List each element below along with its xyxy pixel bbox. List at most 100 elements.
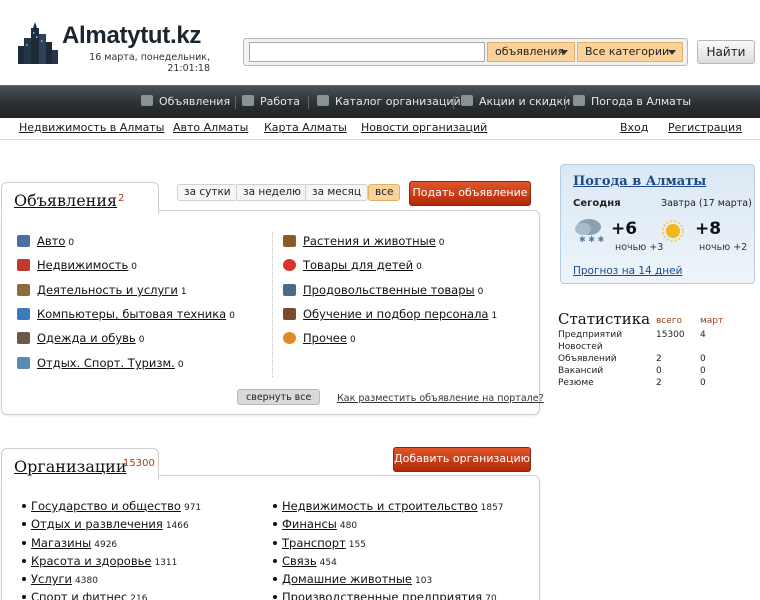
org-item[interactable]: Красота и здоровье 1311 xyxy=(22,554,177,570)
sun-icon xyxy=(662,220,684,242)
today-night: ночью +3 xyxy=(615,242,664,253)
org-label[interactable]: Домашние животные xyxy=(282,572,412,586)
weather-widget: Погода в Алматы Сегодня Завтра (17 марта… xyxy=(560,164,755,284)
org-label[interactable]: Недвижимость и строительство xyxy=(282,499,478,513)
org-label[interactable]: Услуги xyxy=(31,572,72,586)
category-count: 0 xyxy=(131,262,138,272)
collapse-all-button[interactable]: свернуть все xyxy=(237,389,321,405)
category-item[interactable]: Обучение и подбор персонала 1 xyxy=(283,307,497,323)
today-label: Сегодня xyxy=(573,198,621,209)
stats-col-all: всего xyxy=(656,316,683,326)
stats-label: Предприятий xyxy=(558,330,623,340)
type-select[interactable]: объявления xyxy=(487,42,575,62)
category-item[interactable]: Товары для детей 0 xyxy=(283,258,422,274)
how-to-post-link[interactable]: Как разместить объявление на портале? xyxy=(337,393,544,404)
login-link[interactable]: Вход xyxy=(620,121,648,134)
category-label[interactable]: Компьютеры, бытовая техника xyxy=(37,307,226,321)
category-item[interactable]: Одежда и обувь 0 xyxy=(17,331,144,347)
org-item[interactable]: Финансы 480 xyxy=(273,517,357,533)
nav-discounts[interactable]: Акции и скидки xyxy=(461,86,570,118)
search-input[interactable] xyxy=(249,42,485,62)
filter-all[interactable]: все xyxy=(368,184,401,201)
category-label[interactable]: Прочее xyxy=(303,331,347,345)
register-link[interactable]: Регистрация xyxy=(668,121,742,134)
org-item[interactable]: Производственные предприятия 70 xyxy=(273,590,497,600)
org-label[interactable]: Магазины xyxy=(31,536,91,550)
subnav-link-auto[interactable]: Авто Алматы xyxy=(173,121,248,134)
time-text: 21:01:18 xyxy=(167,63,210,74)
category-count: 0 xyxy=(416,262,422,272)
category-select-label: Все категории xyxy=(585,45,670,58)
weather-title[interactable]: Погода в Алматы xyxy=(573,174,706,189)
category-label[interactable]: Отдых. Спорт. Туризм. xyxy=(37,356,175,370)
org-label[interactable]: Транспорт xyxy=(282,536,346,550)
category-item[interactable]: Продовольственные товары 0 xyxy=(283,283,483,299)
org-item[interactable]: Транспорт 155 xyxy=(273,536,366,552)
filter-week[interactable]: за неделю xyxy=(236,184,308,201)
toy-icon xyxy=(283,259,296,271)
org-count: 1857 xyxy=(480,503,504,513)
org-count: 454 xyxy=(319,558,337,568)
svg-text:✱ ✱ ✱: ✱ ✱ ✱ xyxy=(579,235,604,243)
category-item[interactable]: Компьютеры, бытовая техника 0 xyxy=(17,307,235,323)
bullet-icon xyxy=(273,595,277,599)
category-select[interactable]: Все категории xyxy=(577,42,683,62)
org-item[interactable]: Отдых и развлечения 1466 xyxy=(22,517,189,533)
org-item[interactable]: Спорт и фитнес 216 xyxy=(22,590,147,600)
nav-ads[interactable]: Объявления xyxy=(141,86,230,118)
clothes-icon xyxy=(17,332,30,344)
org-label[interactable]: Связь xyxy=(282,554,317,568)
org-label[interactable]: Спорт и фитнес xyxy=(31,590,127,600)
site-name[interactable]: Almatytut.kz xyxy=(62,22,201,50)
category-item[interactable]: Растения и животные 0 xyxy=(283,234,445,250)
car-icon xyxy=(17,235,30,247)
category-label[interactable]: Авто xyxy=(37,234,65,248)
orgs-title[interactable]: Организации xyxy=(14,457,127,476)
nav-catalog[interactable]: Каталог организаций xyxy=(317,86,461,118)
filter-month[interactable]: за месяц xyxy=(305,184,368,201)
category-item[interactable]: Деятельность и услуги 1 xyxy=(17,283,187,299)
main-nav: Объявления Работа Каталог организаций Ак… xyxy=(0,85,760,118)
org-item[interactable]: Магазины 4926 xyxy=(22,536,117,552)
subnav-link-realty[interactable]: Недвижимость в Алматы xyxy=(19,121,164,134)
org-label[interactable]: Государство и общество xyxy=(31,499,181,513)
category-label[interactable]: Одежда и обувь xyxy=(37,331,136,345)
org-label[interactable]: Производственные предприятия xyxy=(282,590,482,600)
nav-work[interactable]: Работа xyxy=(242,86,300,118)
nav-weather[interactable]: Погода в Алматы xyxy=(573,86,691,118)
category-label[interactable]: Товары для детей xyxy=(303,258,413,272)
tomorrow-temp: +8 xyxy=(695,219,722,239)
category-item[interactable]: Недвижимость 0 xyxy=(17,258,137,274)
category-label[interactable]: Обучение и подбор персонала xyxy=(303,307,488,321)
bullet-icon xyxy=(273,541,277,545)
sport-icon xyxy=(17,357,30,369)
nav-label: Погода в Алматы xyxy=(591,95,692,108)
org-item[interactable]: Государство и общество 971 xyxy=(22,499,201,515)
subnav-link-map[interactable]: Карта Алматы xyxy=(264,121,347,134)
org-label[interactable]: Финансы xyxy=(282,517,337,531)
search-button[interactable]: Найти xyxy=(697,40,755,64)
org-item[interactable]: Услуги 4380 xyxy=(22,572,98,588)
bullet-icon xyxy=(22,522,26,526)
org-label[interactable]: Красота и здоровье xyxy=(31,554,151,568)
org-item[interactable]: Домашние животные 103 xyxy=(273,572,432,588)
category-item[interactable]: Авто 0 xyxy=(17,234,74,250)
post-ad-button[interactable]: Подать объявление xyxy=(409,181,531,206)
org-item[interactable]: Связь 454 xyxy=(273,554,337,570)
filter-day[interactable]: за сутки xyxy=(177,184,238,201)
org-label[interactable]: Отдых и развлечения xyxy=(31,517,163,531)
forecast-link[interactable]: Прогноз на 14 дней xyxy=(573,265,682,277)
city-logo-icon[interactable] xyxy=(16,22,60,66)
category-label[interactable]: Растения и животные xyxy=(303,234,436,248)
ads-title[interactable]: Объявления xyxy=(14,191,117,210)
date-text: 16 марта, понедельник, xyxy=(89,52,210,63)
category-item[interactable]: Прочее 0 xyxy=(283,331,356,347)
category-label[interactable]: Недвижимость xyxy=(37,258,128,272)
subnav-link-news[interactable]: Новости организаций xyxy=(361,121,487,134)
add-org-button[interactable]: Добавить организацию xyxy=(393,447,531,472)
category-label[interactable]: Продовольственные товары xyxy=(303,283,475,297)
category-label[interactable]: Деятельность и услуги xyxy=(37,283,178,297)
nav-label: Объявления xyxy=(159,95,231,108)
org-item[interactable]: Недвижимость и строительство 1857 xyxy=(273,499,504,515)
category-item[interactable]: Отдых. Спорт. Туризм. 0 xyxy=(17,356,184,372)
